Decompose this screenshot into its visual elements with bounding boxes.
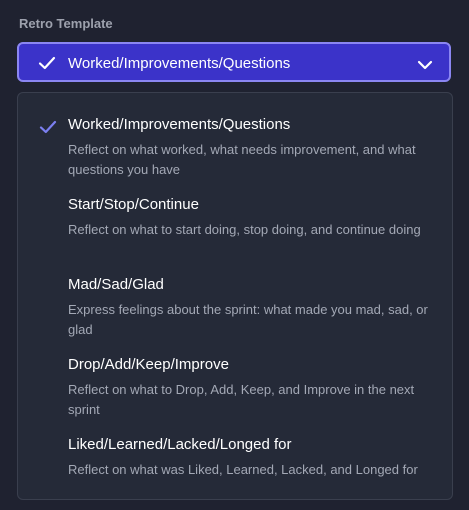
- option-title: Mad/Sad/Glad: [68, 276, 164, 293]
- check-icon: [38, 56, 56, 75]
- template-option-drop-add-keep-improve[interactable]: Drop/Add/Keep/Improve Reflect on what to…: [18, 343, 452, 421]
- retro-template-select[interactable]: Worked/Improvements/Questions: [17, 42, 451, 82]
- chevron-down-icon[interactable]: [417, 57, 433, 75]
- template-option-start-stop-continue[interactable]: Start/Stop/Continue Reflect on what to s…: [18, 183, 452, 261]
- option-description: Reflect on what to Drop, Add, Keep, and …: [68, 382, 415, 417]
- template-option-worked-improvements-questions[interactable]: Worked/Improvements/Questions Reflect on…: [18, 103, 452, 181]
- template-option-liked-learned-lacked-longed[interactable]: Liked/Learned/Lacked/Longed for Reflect …: [18, 423, 452, 499]
- option-description: Express feelings about the sprint: what …: [68, 302, 428, 337]
- option-title: Start/Stop/Continue: [68, 196, 199, 213]
- template-option-mad-sad-glad[interactable]: Mad/Sad/Glad Express feelings about the …: [18, 263, 452, 341]
- option-description: Reflect on what to start doing, stop doi…: [68, 222, 421, 237]
- retro-template-label: Retro Template: [19, 16, 113, 31]
- option-description: Reflect on what worked, what needs impro…: [68, 142, 416, 177]
- check-icon: [39, 120, 57, 139]
- option-title: Liked/Learned/Lacked/Longed for: [68, 436, 292, 453]
- selected-template-value: Worked/Improvements/Questions: [68, 55, 291, 72]
- option-title: Drop/Add/Keep/Improve: [68, 356, 229, 373]
- option-title: Worked/Improvements/Questions: [68, 116, 291, 133]
- template-options-menu: Worked/Improvements/Questions Reflect on…: [17, 92, 453, 500]
- option-description: Reflect on what was Liked, Learned, Lack…: [68, 462, 418, 477]
